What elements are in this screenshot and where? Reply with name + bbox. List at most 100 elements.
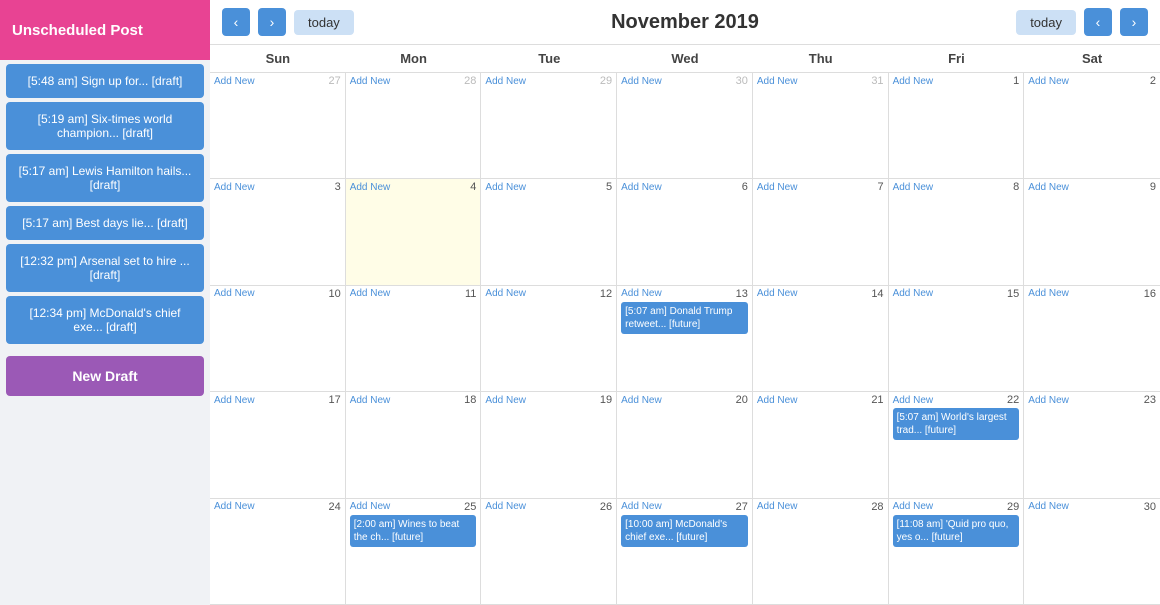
draft-item-0[interactable]: [5:48 am] Sign up for... [draft] [6,64,204,98]
day-cell-9: Add New9 [1024,179,1160,284]
calendar-grid: SunMonTueWedThuFriSat Add New27Add New28… [210,45,1160,605]
today-button-left[interactable]: today [294,10,354,35]
add-new-16[interactable]: Add New [1028,288,1069,299]
draft-item-4[interactable]: [12:32 pm] Arsenal set to hire ... [draf… [6,244,204,292]
add-new-19[interactable]: Add New [485,395,526,406]
next-month-left-button[interactable]: › [258,8,286,36]
day-number-29: 29 [600,75,612,87]
add-new-9[interactable]: Add New [1028,182,1069,193]
day-cell-12: Add New12 [481,286,617,391]
day-cell-20: Add New20 [617,392,753,497]
day-number-28: 28 [464,75,476,87]
add-new-27[interactable]: Add New [621,501,662,512]
day-number-31: 31 [871,75,883,87]
add-new-25[interactable]: Add New [350,501,391,512]
event-block-29[interactable]: [11:08 am] 'Quid pro quo, yes o... [futu… [893,515,1020,547]
add-new-31[interactable]: Add New [757,76,798,87]
day-cell-27: Add New27 [210,73,346,178]
add-new-8[interactable]: Add New [893,182,934,193]
main-calendar: ‹ › today November 2019 today ‹ › SunMon… [210,0,1160,605]
add-new-11[interactable]: Add New [350,288,391,299]
add-new-18[interactable]: Add New [350,395,391,406]
add-new-10[interactable]: Add New [214,288,255,299]
add-new-24[interactable]: Add New [214,501,255,512]
day-header-sun: Sun [210,45,346,72]
add-new-30[interactable]: Add New [1028,501,1069,512]
week-row-3: Add New17Add New18Add New19Add New20Add … [210,392,1160,498]
prev-month-left-button[interactable]: ‹ [222,8,250,36]
day-cell-17: Add New17 [210,392,346,497]
day-cell-7: Add New7 [753,179,889,284]
add-new-28[interactable]: Add New [350,76,391,87]
day-number-1: 1 [1013,75,1019,87]
add-new-29[interactable]: Add New [485,76,526,87]
day-cell-14: Add New 14 [753,286,889,391]
day-header-tue: Tue [481,45,617,72]
add-new-17[interactable]: Add New [214,395,255,406]
draft-item-2[interactable]: [5:17 am] Lewis Hamilton hails... [draft… [6,154,204,202]
today-button-right[interactable]: today [1016,10,1076,35]
add-new-22[interactable]: Add New [893,395,934,406]
day-number-10: 10 [328,288,340,300]
event-block-22[interactable]: [5:07 am] World's largest trad... [futur… [893,408,1020,440]
day-number-4: 4 [470,181,476,193]
event-block-25[interactable]: [2:00 am] Wines to beat the ch... [futur… [350,515,477,547]
add-new-2[interactable]: Add New [1028,76,1069,87]
day-cell-29: Add New 29 [11:08 am] 'Quid pro quo, yes o… [889,499,1025,604]
add-new-30[interactable]: Add New [621,76,662,87]
day-number-23: 23 [1144,394,1156,406]
day-header-wed: Wed [617,45,753,72]
day-cell-26: Add New26 [481,499,617,604]
day-header-thu: Thu [753,45,889,72]
add-new-15[interactable]: Add New [893,288,934,299]
day-number-25: 25 [464,501,476,513]
add-new-28[interactable]: Add New [757,501,798,512]
day-cell-11: Add New 11 [346,286,482,391]
add-new-20[interactable]: Add New [621,395,662,406]
add-new-13[interactable]: Add New [621,288,662,299]
day-cell-22: Add New22[5:07 am] World's largest trad.… [889,392,1025,497]
day-cell-28: Add New28 [753,499,889,604]
event-block-27[interactable]: [10:00 am] McDonald's chief exe... [futu… [621,515,748,547]
add-new-7[interactable]: Add New [757,182,798,193]
add-new-5[interactable]: Add New [485,182,526,193]
add-new-4[interactable]: Add New [350,182,391,193]
day-cell-24: Add New24 [210,499,346,604]
day-cell-27: Add New 27 [10:00 am] McDonald's chief exe… [617,499,753,604]
event-block-13[interactable]: [5:07 am] Donald Trump retweet... [futur… [621,302,748,334]
add-new-23[interactable]: Add New [1028,395,1069,406]
day-cell-19: Add New19 [481,392,617,497]
day-number-11: 11 [465,288,476,300]
add-new-26[interactable]: Add New [485,501,526,512]
add-new-14[interactable]: Add New [757,288,798,299]
day-cell-8: Add New8 [889,179,1025,284]
add-new-3[interactable]: Add New [214,182,255,193]
add-new-6[interactable]: Add New [621,182,662,193]
day-headers: SunMonTueWedThuFriSat [210,45,1160,73]
draft-item-1[interactable]: [5:19 am] Six-times world champion... [d… [6,102,204,150]
day-cell-30: Add New30 [1024,499,1160,604]
day-number-27: 27 [736,501,748,513]
next-month-right-button[interactable]: › [1120,8,1148,36]
day-number-16: 16 [1144,288,1156,300]
day-cell-15: Add New 15 [889,286,1025,391]
day-number-29: 29 [1007,501,1019,513]
add-new-12[interactable]: Add New [485,288,526,299]
add-new-1[interactable]: Add New [893,76,934,87]
prev-month-right-button[interactable]: ‹ [1084,8,1112,36]
draft-item-5[interactable]: [12:34 pm] McDonald's chief exe... [draf… [6,296,204,344]
draft-item-3[interactable]: [5:17 am] Best days lie... [draft] [6,206,204,240]
day-cell-16: Add New 16 [1024,286,1160,391]
new-draft-button[interactable]: New Draft [6,356,204,396]
add-new-29[interactable]: Add New [893,501,934,512]
day-number-14: 14 [871,288,883,300]
weeks-container: Add New27Add New28Add New29Add New30Add … [210,73,1160,605]
day-cell-13: Add New13[5:07 am] Donald Trump retweet.… [617,286,753,391]
add-new-27[interactable]: Add New [214,76,255,87]
day-cell-2: Add New2 [1024,73,1160,178]
day-number-30: 30 [736,75,748,87]
week-row-0: Add New27Add New28Add New29Add New30Add … [210,73,1160,179]
day-number-18: 18 [464,394,476,406]
day-number-15: 15 [1007,288,1019,300]
add-new-21[interactable]: Add New [757,395,798,406]
